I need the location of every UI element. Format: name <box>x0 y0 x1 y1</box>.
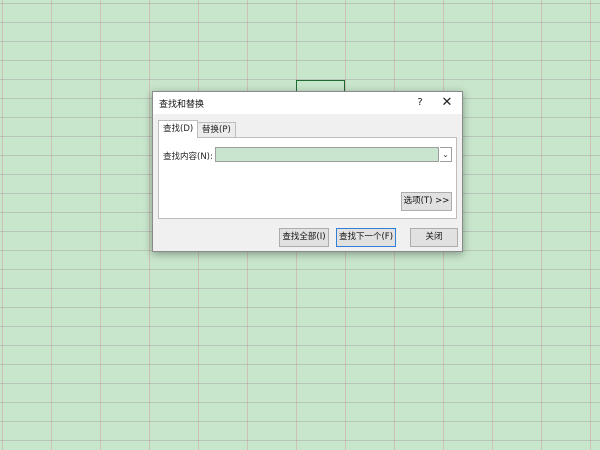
find-what-input[interactable] <box>215 147 439 162</box>
help-button[interactable]: ? <box>409 94 431 112</box>
options-button[interactable]: 选项(T) >> <box>401 192 452 211</box>
tab-find[interactable]: 查找(D) <box>158 120 199 138</box>
tab-replace[interactable]: 替换(P) <box>197 122 236 137</box>
close-button[interactable]: 关闭 <box>410 228 458 247</box>
find-next-button[interactable]: 查找下一个(F) <box>336 228 396 247</box>
dialog-titlebar: 查找和替换 ? ✕ <box>153 92 462 114</box>
chevron-down-icon[interactable]: ⌄ <box>440 147 452 162</box>
find-what-label: 查找内容(N): <box>163 152 213 162</box>
find-replace-dialog: 查找和替换 ? ✕ 查找(D) 替换(P) 查找内容(N): ⌄ 选项(T) >… <box>152 91 463 252</box>
find-panel: 查找内容(N): ⌄ 选项(T) >> <box>158 137 457 219</box>
find-all-button[interactable]: 查找全部(I) <box>279 228 329 247</box>
dialog-title: 查找和替换 <box>159 100 205 110</box>
close-icon[interactable]: ✕ <box>436 94 458 112</box>
